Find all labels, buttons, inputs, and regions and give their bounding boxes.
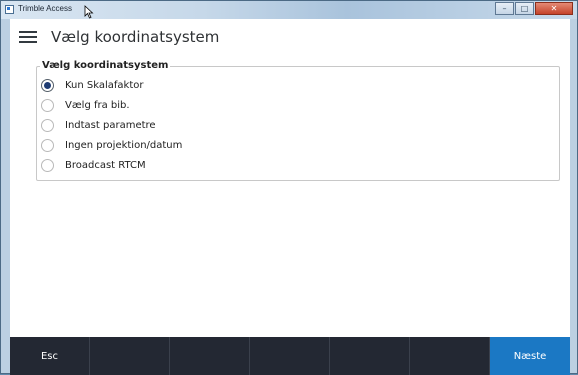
mouse-cursor-icon <box>84 5 94 19</box>
option-broadcast-rtcm[interactable]: Broadcast RTCM <box>41 157 341 173</box>
page-title: Vælg koordinatsystem <box>51 28 220 46</box>
option-label: Broadcast RTCM <box>65 159 146 171</box>
app-content: Vælg koordinatsystem Vælg koordinatsyste… <box>10 19 570 375</box>
softkey-6[interactable] <box>410 337 490 375</box>
softkey-2[interactable] <box>90 337 170 375</box>
radio-unchecked-icon[interactable] <box>41 98 54 112</box>
option-label: Ingen projektion/datum <box>65 139 183 151</box>
maximize-icon: □ <box>520 3 529 13</box>
radio-unchecked-icon[interactable] <box>41 138 54 152</box>
application-window: Trimble Access – □ ✕ Vælg koordinatsyste… <box>0 0 578 375</box>
next-button[interactable]: Næste <box>490 337 570 375</box>
softkey-5[interactable] <box>330 337 410 375</box>
radio-checked-icon[interactable] <box>41 78 54 92</box>
hamburger-menu-icon[interactable] <box>19 30 37 44</box>
app-icon <box>5 5 14 14</box>
title-bar[interactable]: Trimble Access – □ ✕ <box>1 1 577 19</box>
maximize-button[interactable]: □ <box>515 2 534 15</box>
window-controls: – □ ✕ <box>494 2 573 15</box>
radio-unchecked-icon[interactable] <box>41 158 54 172</box>
esc-button[interactable]: Esc <box>10 337 90 375</box>
radio-unchecked-icon[interactable] <box>41 118 54 132</box>
option-ingen-projektion[interactable]: Ingen projektion/datum <box>41 137 341 153</box>
option-kun-skalafaktor[interactable]: Kun Skalafaktor <box>41 77 341 93</box>
option-label: Vælg fra bib. <box>65 99 130 111</box>
close-icon: ✕ <box>550 3 558 13</box>
option-label: Indtast parametre <box>65 119 156 131</box>
minimize-icon: – <box>502 3 507 13</box>
option-vaelg-fra-bib[interactable]: Vælg fra bib. <box>41 97 341 113</box>
option-indtast-parametre[interactable]: Indtast parametre <box>41 117 341 133</box>
softkey-3[interactable] <box>170 337 250 375</box>
page-header: Vælg koordinatsystem <box>10 19 570 57</box>
softkey-4[interactable] <box>250 337 330 375</box>
group-legend: Vælg koordinatsystem <box>40 60 171 71</box>
minimize-button[interactable]: – <box>495 2 514 15</box>
option-label: Kun Skalafaktor <box>65 79 144 91</box>
softkey-bar: Esc Næste <box>10 337 570 375</box>
window-title: Trimble Access <box>18 4 72 13</box>
close-button[interactable]: ✕ <box>535 2 573 15</box>
